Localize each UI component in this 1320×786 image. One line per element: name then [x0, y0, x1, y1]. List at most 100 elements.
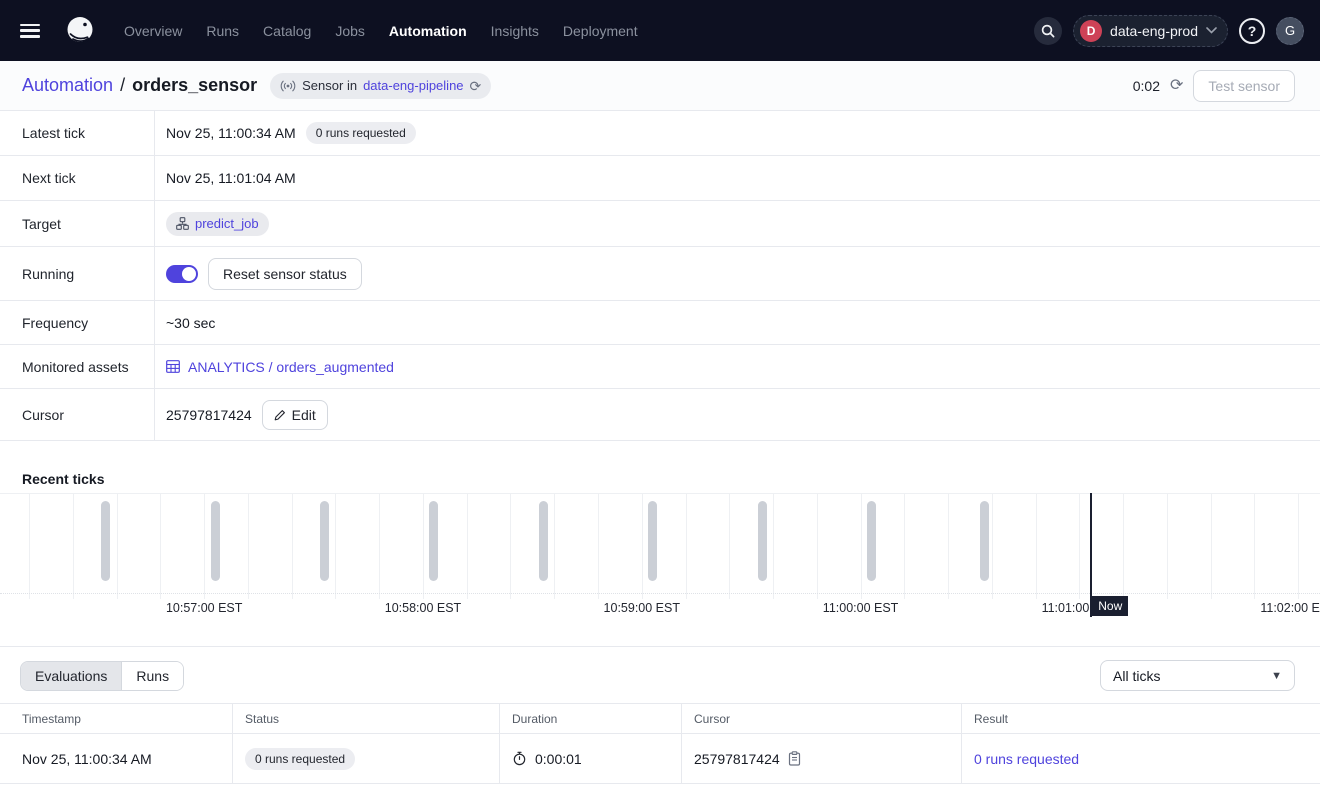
row-target: Target predict_job: [0, 201, 1320, 247]
tick-filter-value: All ticks: [1113, 668, 1160, 684]
row-monitored-assets: Monitored assets ANALYTICS / orders_augm…: [0, 345, 1320, 389]
tick-filter-select[interactable]: All ticks ▼: [1100, 660, 1295, 691]
row-frequency: Frequency ~30 sec: [0, 301, 1320, 345]
timeline-gridline: [904, 494, 905, 599]
breadcrumb-automation-link[interactable]: Automation: [22, 75, 113, 96]
page-title: orders_sensor: [132, 75, 257, 96]
tick-bar[interactable]: [867, 501, 876, 581]
timeline-gridline: [992, 494, 993, 599]
sensor-details-table: Latest tick Nov 25, 11:00:34 AM 0 runs r…: [0, 111, 1320, 441]
timeline-gridline: [642, 494, 643, 599]
tick-bar[interactable]: [211, 501, 220, 581]
row-cursor-value: 25797817424: [694, 751, 780, 767]
timeline-gridline: [335, 494, 336, 599]
timeline-gridline: [1036, 494, 1037, 599]
sensor-repo-badge: Sensor in data-eng-pipeline ⟳: [270, 73, 491, 99]
tick-bar[interactable]: [758, 501, 767, 581]
tick-bar[interactable]: [539, 501, 548, 581]
timeline-gridline: [1298, 494, 1299, 599]
column-header-timestamp: Timestamp: [0, 704, 233, 733]
monitored-asset-name[interactable]: ANALYTICS / orders_augmented: [188, 359, 394, 375]
target-label: Target: [0, 201, 155, 246]
timeline-gridline: [160, 494, 161, 599]
tab-evaluations[interactable]: Evaluations: [21, 662, 122, 690]
latest-tick-label: Latest tick: [0, 111, 155, 155]
nav-links: Overview Runs Catalog Jobs Automation Insight…: [116, 17, 646, 45]
tick-bar[interactable]: [980, 501, 989, 581]
timeline-time-label: 10:57:00 EST: [166, 601, 242, 615]
next-tick-value: Nov 25, 11:01:04 AM: [166, 170, 296, 186]
now-badge: Now: [1092, 596, 1128, 616]
row-running: Running Reset sensor status: [0, 247, 1320, 301]
target-job-link[interactable]: predict_job: [195, 216, 259, 231]
refresh-icon[interactable]: ⟳: [1170, 78, 1183, 94]
dagster-logo-icon[interactable]: [58, 9, 102, 53]
timeline-gridline: [510, 494, 511, 599]
header-actions: 0:02 ⟳ Test sensor: [1133, 70, 1295, 102]
chevron-down-icon: [1206, 27, 1217, 34]
tick-bar[interactable]: [101, 501, 110, 581]
asset-table-icon: [166, 360, 180, 373]
nav-item-automation[interactable]: Automation: [381, 17, 475, 45]
search-icon[interactable]: [1034, 17, 1062, 45]
timeline-axis: [0, 593, 1320, 594]
deployment-name: data-eng-prod: [1110, 23, 1198, 39]
help-icon[interactable]: ?: [1239, 18, 1265, 44]
running-label: Running: [0, 247, 155, 300]
test-sensor-button[interactable]: Test sensor: [1193, 70, 1295, 102]
monitored-asset-link[interactable]: ANALYTICS / orders_augmented: [166, 359, 394, 375]
reset-sensor-status-button[interactable]: Reset sensor status: [208, 258, 362, 290]
nav-item-deployment[interactable]: Deployment: [555, 17, 646, 45]
timeline-gridline: [117, 494, 118, 599]
result-link[interactable]: 0 runs requested: [974, 751, 1079, 767]
tick-bar[interactable]: [320, 501, 329, 581]
timeline-gridline: [248, 494, 249, 599]
timeline-gridline: [861, 494, 862, 599]
copy-cursor-icon[interactable]: [788, 751, 801, 766]
tick-countdown: 0:02: [1133, 78, 1160, 94]
timeline-gridline: [467, 494, 468, 599]
timeline-gridline: [204, 494, 205, 599]
sensor-page: Overview Runs Catalog Jobs Automation Insight…: [0, 0, 1320, 786]
next-tick-label: Next tick: [0, 156, 155, 200]
running-toggle[interactable]: [166, 265, 198, 283]
breadcrumb-separator: /: [120, 75, 125, 96]
job-icon: [176, 217, 189, 230]
user-avatar[interactable]: G: [1276, 17, 1304, 45]
edit-cursor-button[interactable]: Edit: [262, 400, 328, 430]
page-header: Automation / orders_sensor Sensor in dat…: [0, 61, 1320, 111]
tab-runs[interactable]: Runs: [122, 662, 183, 690]
nav-item-insights[interactable]: Insights: [483, 17, 547, 45]
deployment-switcher[interactable]: D data-eng-prod: [1073, 15, 1228, 47]
menu-icon[interactable]: [20, 24, 40, 38]
repo-link[interactable]: data-eng-pipeline: [363, 78, 463, 93]
pencil-icon: [274, 409, 286, 421]
column-header-cursor: Cursor: [682, 704, 962, 733]
top-navigation: Overview Runs Catalog Jobs Automation Insight…: [0, 0, 1320, 61]
status-badge: 0 runs requested: [245, 748, 355, 770]
nav-item-runs[interactable]: Runs: [198, 17, 247, 45]
column-header-status: Status: [233, 704, 500, 733]
target-job-tag[interactable]: predict_job: [166, 212, 269, 236]
tick-bar[interactable]: [648, 501, 657, 581]
evaluation-timestamp[interactable]: Nov 25, 11:00:34 AM: [22, 751, 152, 767]
timeline-gridline: [554, 494, 555, 599]
timeline-gridline: [423, 494, 424, 599]
timeline-gridline: [292, 494, 293, 599]
stopwatch-icon: [512, 751, 527, 766]
nav-item-catalog[interactable]: Catalog: [255, 17, 319, 45]
tick-bar[interactable]: [429, 501, 438, 581]
tick-timeline-chart: 10:57:00 EST10:58:00 EST10:59:00 EST11:0…: [0, 493, 1320, 632]
row-next-tick: Next tick Nov 25, 11:01:04 AM: [0, 156, 1320, 201]
timeline-time-label: 10:59:00 EST: [604, 601, 680, 615]
nav-item-jobs[interactable]: Jobs: [327, 17, 373, 45]
timeline-gridline: [1123, 494, 1124, 599]
reload-repo-icon[interactable]: ⟳: [470, 79, 482, 93]
latest-tick-status-badge: 0 runs requested: [306, 122, 416, 144]
timeline-gridline: [773, 494, 774, 599]
duration-value: 0:00:01: [535, 751, 582, 767]
cell-cursor: 25797817424: [682, 734, 962, 783]
frequency-value: ~30 sec: [166, 315, 215, 331]
timeline-gridline: [1167, 494, 1168, 599]
nav-item-overview[interactable]: Overview: [116, 17, 190, 45]
